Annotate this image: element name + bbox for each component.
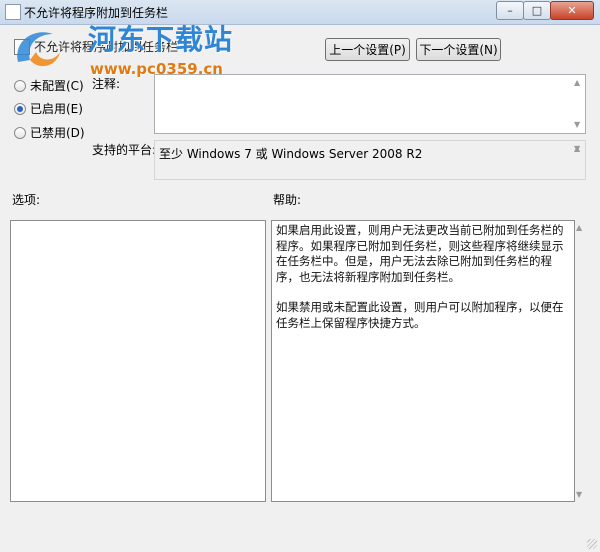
help-paragraph: 如果启用此设置，则用户无法更改当前已附加到任务栏的程序。如果程序已附加到任务栏，… — [276, 223, 564, 284]
platform-value: 至少 Windows 7 或 Windows Server 2008 R2 — [159, 147, 423, 161]
watermark-logo-icon — [17, 32, 60, 67]
app-icon — [5, 4, 21, 20]
help-paragraph: 如果禁用或未配置此设置，则用户可以附加程序，以便在任务栏上保留程序快捷方式。 — [276, 300, 564, 330]
help-label: 帮助: — [273, 193, 302, 207]
radio-label: 已禁用(D) — [30, 126, 85, 140]
minimize-button[interactable]: – — [496, 1, 524, 20]
radio-disabled[interactable]: 已禁用(D) — [14, 124, 85, 141]
radio-selected-icon — [14, 102, 26, 115]
options-label: 选项: — [12, 193, 41, 207]
comment-scrollbar[interactable]: ▲ ▼ — [571, 75, 585, 133]
scroll-up-icon[interactable]: ▲ — [576, 223, 582, 232]
comment-label: 注释: — [92, 77, 121, 91]
window-controls: – □ ✕ — [496, 1, 594, 20]
platform-label: 支持的平台: — [92, 143, 157, 157]
radio-circle-icon — [14, 79, 26, 92]
help-scrollbar[interactable]: ▲ ▼ — [574, 220, 586, 502]
previous-setting-button[interactable]: 上一个设置(P) — [325, 38, 410, 61]
scroll-up-icon[interactable]: ▲ — [574, 79, 580, 87]
scroll-down-icon[interactable]: ▼ — [574, 121, 580, 129]
platform-scrollbar[interactable]: ▲ ▼ — [571, 141, 585, 179]
scroll-down-icon[interactable]: ▼ — [576, 490, 582, 499]
maximize-button[interactable]: □ — [523, 1, 551, 20]
comment-field[interactable]: ▲ ▼ — [154, 74, 586, 134]
resize-grip-icon[interactable] — [587, 539, 597, 549]
platform-field: 至少 Windows 7 或 Windows Server 2008 R2 ▲ … — [154, 140, 586, 180]
radio-circle-icon — [14, 126, 26, 139]
next-setting-button[interactable]: 下一个设置(N) — [416, 38, 501, 61]
close-button[interactable]: ✕ — [550, 1, 594, 20]
radio-enabled[interactable]: 已启用(E) — [14, 100, 83, 117]
radio-label: 未配置(C) — [30, 79, 84, 93]
watermark-brand: 河东下载站 — [88, 23, 234, 56]
options-panel — [10, 220, 266, 502]
help-panel: 如果启用此设置，则用户无法更改当前已附加到任务栏的程序。如果程序已附加到任务栏，… — [271, 220, 575, 502]
help-text: 如果启用此设置，则用户无法更改当前已附加到任务栏的程序。如果程序已附加到任务栏，… — [272, 221, 574, 331]
radio-label: 已启用(E) — [30, 102, 83, 116]
scroll-down-icon[interactable]: ▼ — [574, 145, 580, 175]
radio-not-configured[interactable]: 未配置(C) — [14, 77, 84, 94]
